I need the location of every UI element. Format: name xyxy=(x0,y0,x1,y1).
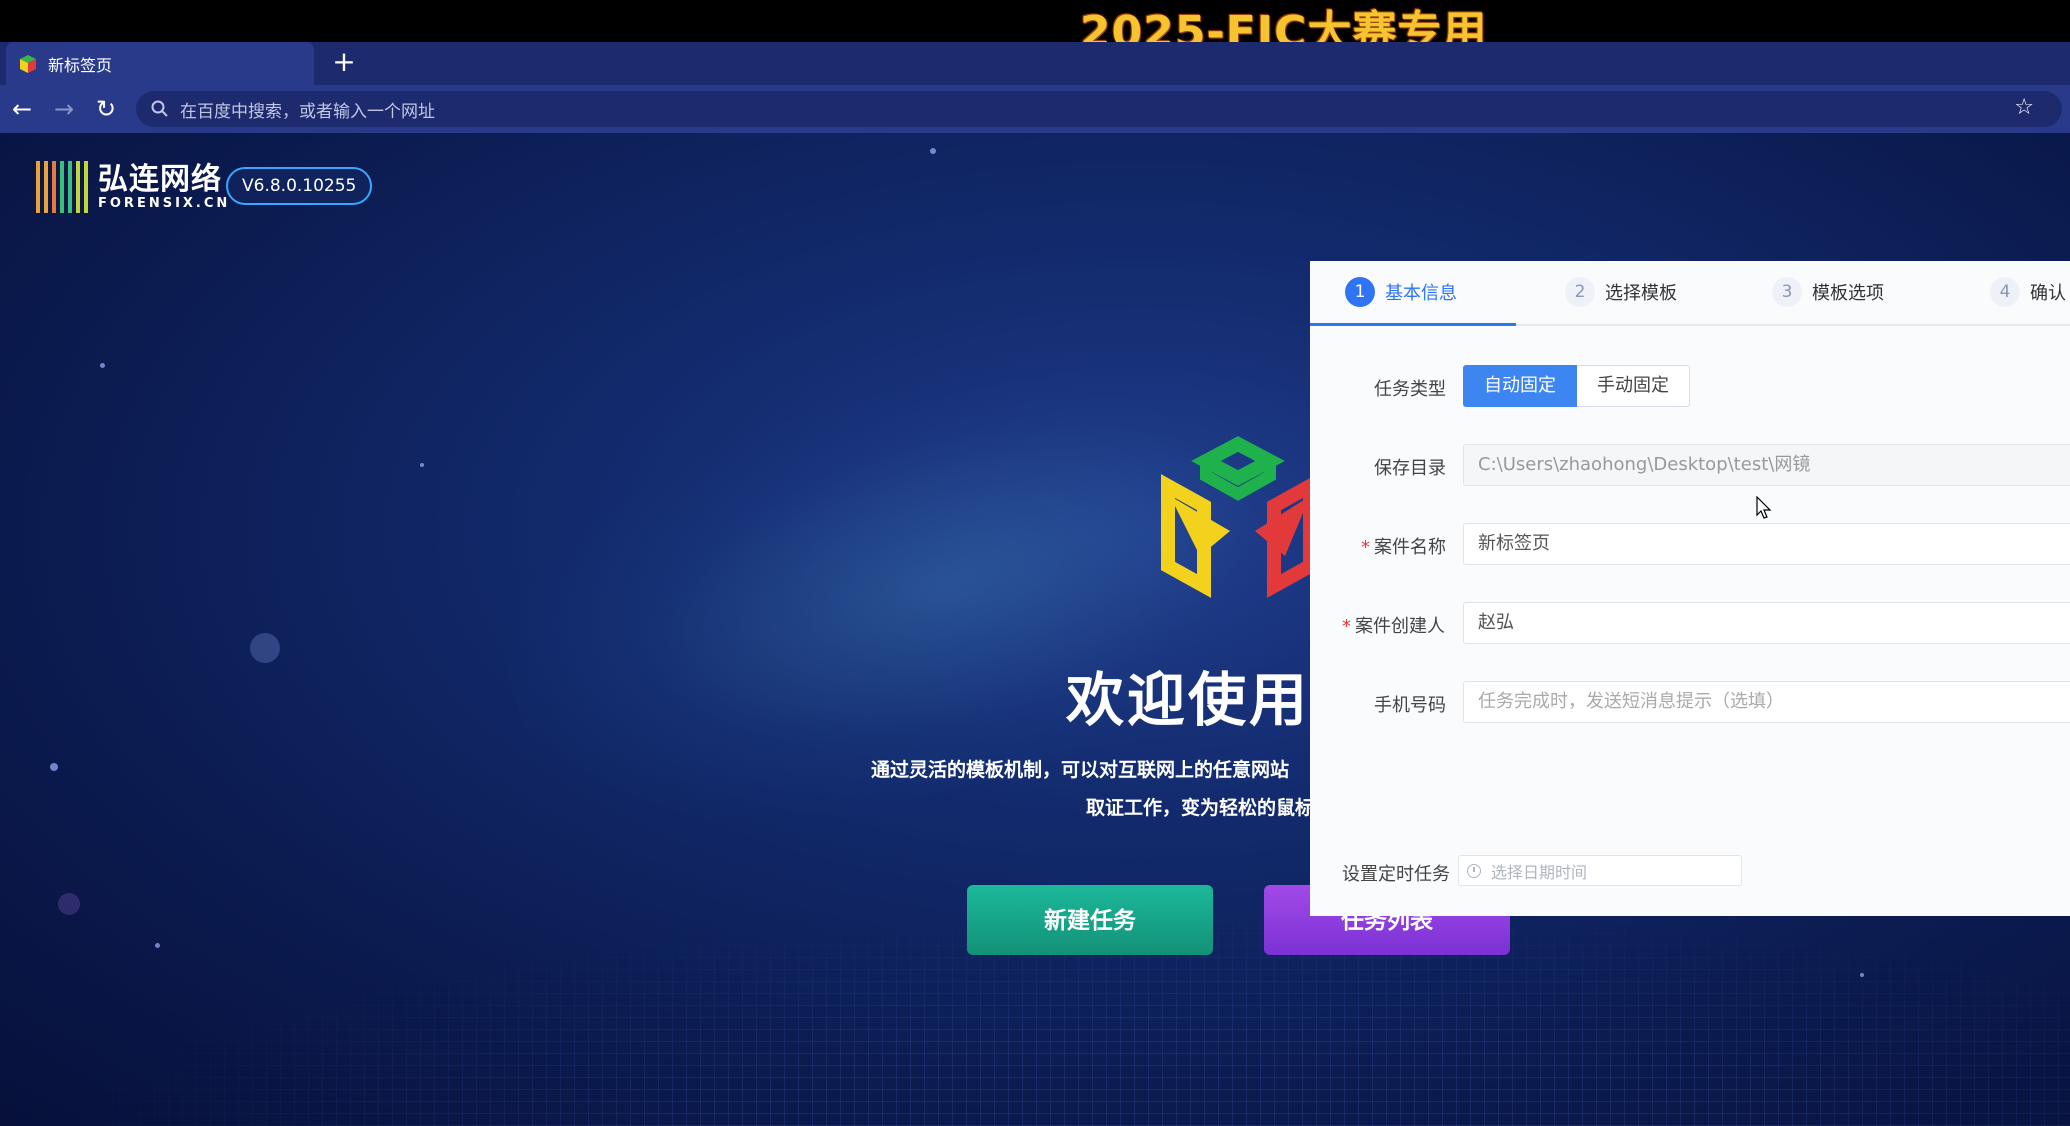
step-number: 4 xyxy=(1990,277,2020,307)
step-label: 选择模板 xyxy=(1605,283,1677,304)
required-mark: * xyxy=(1361,537,1370,558)
step-label: 确认 xyxy=(2030,283,2066,304)
case-name-label-text: 案件名称 xyxy=(1374,537,1446,558)
step-basic-info[interactable]: 1 基本信息 xyxy=(1345,277,1457,307)
background-star xyxy=(250,633,280,663)
new-task-button[interactable]: 新建任务 xyxy=(967,885,1213,955)
background-star xyxy=(100,363,105,368)
steps-bar: 1 基本信息 2 选择模板 3 模板选项 4 确认 xyxy=(1310,261,2070,326)
required-mark: * xyxy=(1342,616,1351,637)
browser-toolbar: ← → ↻ 在百度中搜索，或者输入一个网址 ☆ xyxy=(0,85,2070,133)
forward-button[interactable]: → xyxy=(50,95,78,123)
creator-label-text: 案件创建人 xyxy=(1355,616,1445,637)
step-number: 1 xyxy=(1345,277,1375,307)
welcome-description-line1: 通过灵活的模板机制，可以对互联网上的任意网站 xyxy=(871,759,1290,781)
background-star xyxy=(50,763,58,771)
creator-input[interactable]: 赵弘 xyxy=(1463,602,2070,644)
background-star xyxy=(420,463,424,467)
task-type-label: 任务类型 xyxy=(1374,379,1446,400)
brand-logo xyxy=(36,161,88,213)
plus-icon: + xyxy=(332,45,356,78)
new-task-dialog: 1 基本信息 2 选择模板 3 模板选项 4 确认 任务类型 自动固定 手动固定… xyxy=(1310,261,2070,916)
step-label: 模板选项 xyxy=(1812,283,1884,304)
reload-icon: ↻ xyxy=(95,95,117,123)
schedule-label: 设置定时任务 xyxy=(1342,864,1450,885)
schedule-datetime-picker[interactable]: 选择日期时间 xyxy=(1458,855,1742,886)
brand-name: 弘连网络 xyxy=(98,161,222,197)
step-label: 基本信息 xyxy=(1385,283,1457,304)
step-number: 2 xyxy=(1565,277,1595,307)
auto-fix-option[interactable]: 自动固定 xyxy=(1463,365,1577,407)
save-dir-label: 保存目录 xyxy=(1374,458,1446,479)
page-content: 弘连网络 FORENSIX.CN V6.8.0.10255 欢迎使用网 通过灵活… xyxy=(0,133,2070,1126)
phone-input[interactable]: 任务完成时，发送短消息提示（选填） xyxy=(1463,681,2070,723)
search-icon xyxy=(151,100,168,117)
overlay-banner: 2025-FIC大赛专用 xyxy=(0,0,2070,58)
task-type-toggle: 自动固定 手动固定 xyxy=(1463,365,1690,407)
case-name-label: * 案件名称 xyxy=(1361,533,1446,559)
clock-icon xyxy=(1467,863,1481,878)
active-step-underline xyxy=(1310,323,1516,326)
phone-label: 手机号码 xyxy=(1374,695,1446,716)
cube-icon xyxy=(20,54,36,73)
creator-label: * 案件创建人 xyxy=(1342,612,1445,638)
browser-tabbar: 新标签页 + xyxy=(0,42,2070,85)
save-dir-field[interactable]: C:\Users\zhaohong\Desktop\test\网镜 xyxy=(1463,444,2070,486)
arrow-left-icon: ← xyxy=(11,95,33,123)
new-tab-button[interactable]: + xyxy=(326,48,362,78)
back-button[interactable]: ← xyxy=(8,95,36,123)
brand-domain: FORENSIX.CN xyxy=(98,195,231,211)
schedule-placeholder: 选择日期时间 xyxy=(1491,862,1588,882)
step-number: 3 xyxy=(1772,277,1802,307)
arrow-right-icon: → xyxy=(53,95,75,123)
browser-tab[interactable]: 新标签页 xyxy=(6,42,314,85)
mouse-cursor-icon xyxy=(1756,496,1772,519)
case-name-input[interactable]: 新标签页 xyxy=(1463,523,2070,565)
brand: 弘连网络 FORENSIX.CN xyxy=(34,159,230,215)
reload-button[interactable]: ↻ xyxy=(92,95,120,123)
step-select-template[interactable]: 2 选择模板 xyxy=(1565,277,1677,307)
background-star xyxy=(930,148,936,154)
step-confirm[interactable]: 4 确认 xyxy=(1990,277,2066,307)
address-input[interactable]: 在百度中搜索，或者输入一个网址 ☆ xyxy=(136,91,2062,127)
tab-title: 新标签页 xyxy=(48,55,113,75)
address-placeholder: 在百度中搜索，或者输入一个网址 xyxy=(180,101,435,122)
manual-fix-option[interactable]: 手动固定 xyxy=(1577,365,1690,407)
version-badge: V6.8.0.10255 xyxy=(226,167,373,205)
step-template-options[interactable]: 3 模板选项 xyxy=(1772,277,1884,307)
bookmark-star-icon[interactable]: ☆ xyxy=(2014,95,2034,120)
